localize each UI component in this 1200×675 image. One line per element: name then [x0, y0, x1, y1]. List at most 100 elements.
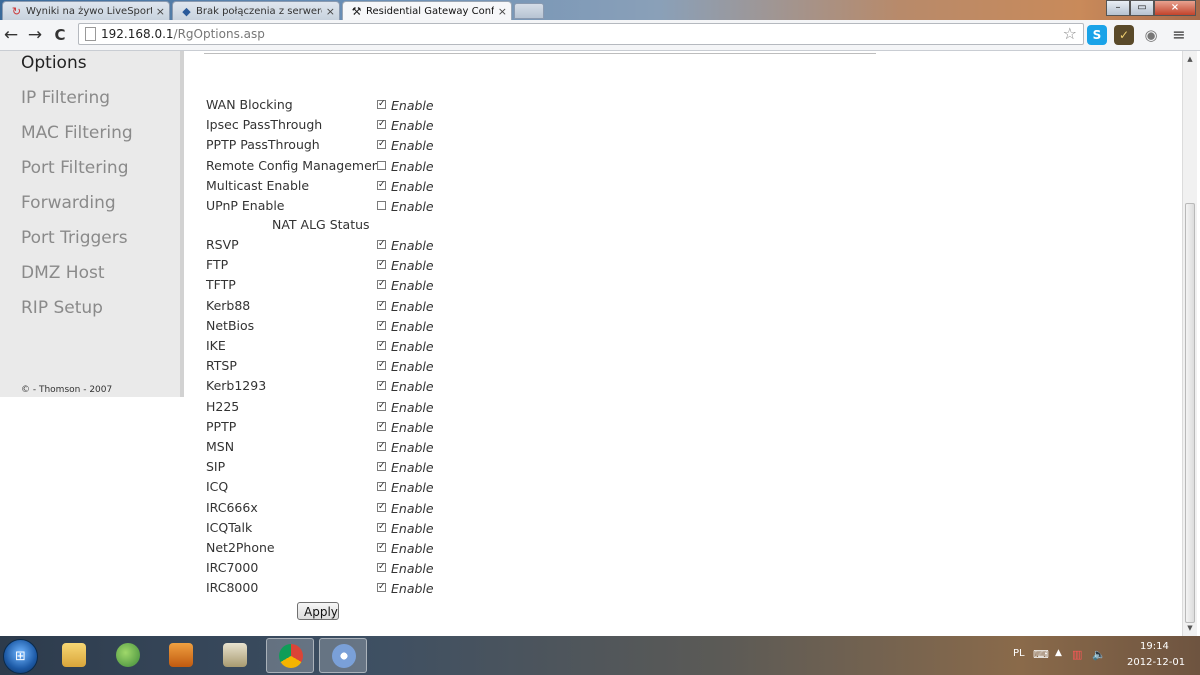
option-checkbox[interactable]: ✓ [377, 120, 386, 130]
option-checkbox[interactable]: ✓ [377, 260, 386, 270]
sidebar-item-rip-setup[interactable]: RIP Setup [21, 298, 103, 318]
network-icon[interactable]: ▥ [1072, 648, 1082, 661]
taskbar-explorer[interactable] [50, 638, 98, 673]
tab-close-button[interactable]: × [156, 3, 165, 20]
explorer-icon [62, 643, 86, 667]
option-checkbox[interactable]: ✓ [377, 361, 386, 371]
volume-icon[interactable]: 🔈 [1092, 648, 1106, 661]
enable-label: Enable [391, 480, 434, 496]
taskbar-media-player[interactable] [157, 638, 205, 673]
forward-button[interactable]: → [24, 24, 46, 46]
bookmark-star-icon[interactable]: ☆ [1063, 24, 1077, 44]
option-checkbox[interactable] [377, 201, 386, 210]
tab-livesports[interactable]: ↻ Wyniki na żywo LiveSports × [2, 1, 170, 20]
sidebar-item-ip-filtering[interactable]: IP Filtering [21, 88, 110, 108]
option-checkbox[interactable]: ✓ [377, 462, 386, 472]
taskbar-people[interactable] [104, 638, 152, 673]
page-icon [85, 27, 96, 41]
option-label: Remote Config Management [206, 157, 385, 173]
sidebar-item-port-filtering[interactable]: Port Filtering [21, 158, 129, 178]
url-path: /RgOptions.asp [173, 27, 265, 41]
enable-label: Enable [391, 399, 434, 415]
clock-time[interactable]: 19:14 [1140, 641, 1169, 652]
scroll-up-arrow-icon[interactable]: ▲ [1183, 53, 1197, 65]
option-checkbox[interactable]: ✓ [377, 543, 386, 552]
option-label: RTSP [206, 358, 237, 374]
clipboard-icon [223, 643, 247, 667]
browser-toolbar: ← → C 192.168.0.1/RgOptions.asp ☆ S ✓ ◉ … [0, 20, 1200, 51]
option-checkbox[interactable]: ✓ [377, 421, 386, 431]
sidebar-item-dmz-host[interactable]: DMZ Host [21, 263, 105, 283]
taskbar-chrome[interactable] [266, 638, 314, 673]
address-bar[interactable]: 192.168.0.1/RgOptions.asp ☆ [78, 23, 1084, 45]
taskbar-paint[interactable] [319, 638, 367, 673]
option-label: FTP [206, 257, 229, 273]
eye-icon[interactable]: ◉ [1141, 25, 1161, 45]
clock-date[interactable]: 2012-12-01 [1127, 657, 1185, 668]
maximize-button[interactable]: ▭ [1130, 0, 1154, 16]
back-button[interactable]: ← [0, 24, 22, 46]
option-checkbox[interactable]: ✓ [377, 401, 386, 411]
tab-label: Residential Gateway Confi [366, 6, 494, 17]
option-checkbox[interactable]: ✓ [377, 320, 386, 330]
start-button[interactable]: ⊞ [3, 639, 38, 674]
taskbar-clipboard[interactable] [211, 638, 259, 673]
sidebar-title: Options [21, 53, 87, 73]
enable-label: Enable [391, 379, 434, 395]
option-label: IRC8000 [206, 580, 259, 596]
apply-button[interactable]: Apply [297, 602, 339, 620]
skype-icon[interactable]: S [1087, 25, 1107, 45]
option-label: IRC666x [206, 499, 258, 515]
option-label: Ipsec PassThrough [206, 117, 323, 133]
option-checkbox[interactable]: ✓ [377, 583, 386, 593]
option-checkbox[interactable]: ✓ [377, 442, 386, 451]
option-checkbox[interactable]: ✓ [377, 482, 386, 492]
enable-label: Enable [391, 258, 434, 274]
enable-label: Enable [391, 158, 434, 174]
tab-connection-error[interactable]: ◆ Brak połączenia z serwerem × [172, 1, 340, 20]
sidebar-item-port-triggers[interactable]: Port Triggers [21, 228, 128, 248]
option-checkbox[interactable] [377, 160, 386, 170]
scroll-down-arrow-icon[interactable]: ▼ [1183, 622, 1197, 634]
option-label: PPTP PassThrough [206, 137, 320, 153]
enable-label: Enable [391, 440, 434, 455]
tab-label: Brak połączenia z serwerem [196, 5, 322, 17]
tab-residential-gateway[interactable]: ⚒ Residential Gateway Confi × [342, 1, 512, 21]
option-label: H225 [206, 398, 240, 414]
scrollbar-thumb[interactable] [1185, 203, 1195, 623]
option-checkbox[interactable]: ✓ [377, 180, 386, 190]
option-label: Multicast Enable [206, 177, 310, 193]
option-checkbox[interactable]: ✓ [377, 280, 386, 290]
option-checkbox[interactable]: ✓ [377, 300, 386, 310]
option-checkbox[interactable]: ✓ [377, 502, 386, 512]
keyboard-icon[interactable]: ⌨ [1033, 648, 1049, 661]
page-content: Options IP Filtering MAC Filtering Port … [0, 51, 1182, 636]
sidebar-item-mac-filtering[interactable]: MAC Filtering [21, 123, 133, 143]
enable-label: Enable [391, 238, 434, 253]
tab-close-button[interactable]: × [498, 3, 507, 20]
sidebar-divider [180, 51, 184, 397]
tab-close-button[interactable]: × [326, 3, 335, 20]
reload-button[interactable]: C [49, 24, 71, 46]
browser-titlebar: ↻ Wyniki na żywo LiveSports × ◆ Brak poł… [0, 0, 1200, 21]
option-checkbox[interactable]: ✓ [377, 100, 386, 109]
option-checkbox[interactable]: ✓ [377, 341, 386, 350]
option-checkbox[interactable]: ✓ [377, 381, 386, 391]
vertical-scrollbar[interactable]: ▲ ▼ [1182, 51, 1197, 636]
option-checkbox[interactable]: ✓ [377, 522, 386, 532]
close-window-button[interactable]: × [1154, 0, 1196, 16]
enable-label: Enable [391, 199, 434, 214]
sidebar-item-forwarding[interactable]: Forwarding [21, 193, 116, 213]
option-checkbox[interactable]: ✓ [377, 563, 386, 573]
option-checkbox[interactable]: ✓ [377, 240, 386, 249]
minimize-button[interactable]: – [1106, 0, 1130, 16]
new-tab-button[interactable] [514, 3, 544, 19]
extension-icon[interactable]: ✓ [1114, 25, 1134, 45]
copyright-text: © - Thomson - 2007 [21, 385, 113, 395]
option-checkbox[interactable]: ✓ [377, 140, 386, 150]
language-indicator[interactable]: PL [1013, 648, 1025, 659]
show-hidden-icons-icon[interactable]: ▲ [1055, 648, 1062, 658]
enable-label: Enable [391, 460, 434, 476]
menu-icon[interactable]: ≡ [1168, 24, 1190, 46]
windows-logo-icon: ⊞ [15, 649, 26, 664]
